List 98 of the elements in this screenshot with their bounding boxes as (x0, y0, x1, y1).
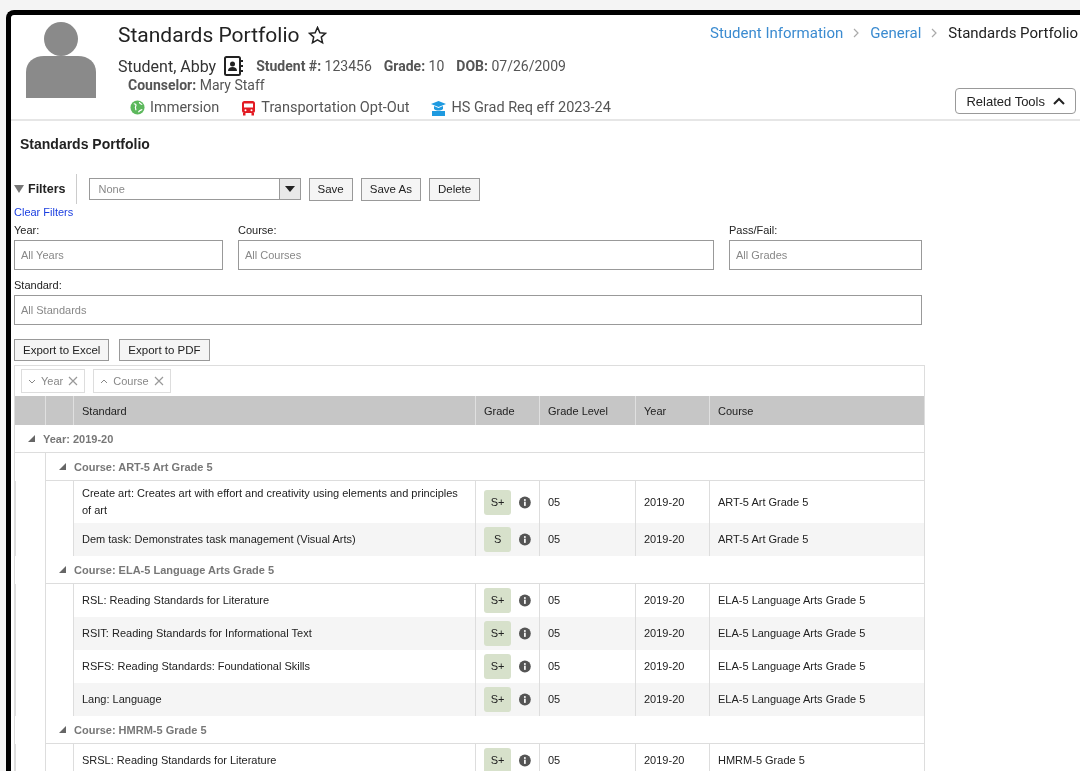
filter-input[interactable]: All Courses (238, 240, 714, 270)
grade-badge: S+ (484, 687, 512, 712)
table-cell-text: ELA-5 Language Arts Grade 5 (718, 626, 866, 641)
filter-input[interactable]: All Standards (14, 295, 922, 325)
table-cell-text: 2019-20 (644, 753, 685, 768)
info-icon[interactable] (519, 533, 531, 546)
related-tools-button[interactable]: Related Tools (955, 88, 1076, 114)
table-cell-text: ELA-5 Language Arts Grade 5 (718, 659, 866, 674)
collapse-icon[interactable] (59, 566, 66, 573)
group-chip[interactable]: Course (93, 369, 171, 393)
table-cell-text: SRSL: Reading Standards for Literature (82, 753, 277, 768)
table-cell-text: RSIT: Reading Standards for Informational Text (82, 626, 312, 641)
export-button[interactable]: Export to PDF (119, 339, 210, 361)
table-cell-text: RSL: Reading Standards for Literature (82, 593, 270, 608)
export-button[interactable]: Export to Excel (14, 339, 110, 361)
collapse-icon[interactable] (59, 726, 66, 733)
clear-filters-link[interactable]: Clear Filters (14, 206, 1080, 218)
caret-icon (284, 186, 295, 192)
chip-label: Course (113, 375, 149, 387)
table-cell-text: ART-5 Art Grade 5 (718, 494, 809, 510)
chevron-icon (931, 28, 939, 38)
info-icon[interactable] (519, 594, 531, 607)
filter-button[interactable]: Save As (360, 177, 421, 201)
table-cell-text: RSFS: Reading Standards: Foundational Skills (82, 659, 311, 674)
contact-card-icon[interactable] (224, 56, 245, 76)
flag-label: HS Grad Req eff 2023-24 (451, 99, 611, 116)
filter-input[interactable]: All Years (14, 240, 223, 270)
collapse-icon[interactable] (59, 463, 66, 470)
filter-input[interactable]: All Grades (729, 240, 922, 270)
grade-badge: S (484, 527, 512, 552)
group-chip[interactable]: Year (21, 369, 86, 393)
column-header[interactable]: Grade Level (548, 404, 608, 417)
breadcrumb-link[interactable]: General (870, 24, 922, 42)
student-detail: Student #: 123456 (256, 58, 372, 74)
column-header[interactable]: Standard (82, 404, 127, 417)
student-detail: DOB: 07/26/2009 (456, 58, 566, 74)
table-cell-text: ELA-5 Language Arts Grade 5 (718, 593, 866, 608)
table-cell-text: 05 (548, 659, 561, 674)
flag-label: Transportation Opt-Out (261, 99, 410, 116)
table-cell-text: HMRM-5 Grade 5 (718, 753, 805, 768)
close-icon[interactable] (153, 376, 164, 386)
collapse-icon[interactable] (28, 435, 35, 442)
grade-badge: S+ (484, 588, 512, 613)
filter-button[interactable]: Save (308, 177, 353, 201)
filters-label: Filters (28, 182, 66, 196)
table-cell-text: Lang: Language (82, 692, 162, 707)
table-cell-text: 05 (548, 532, 561, 547)
chevron-icon (1053, 97, 1065, 105)
group-heading: Course: ART-5 Art Grade 5 (74, 460, 213, 473)
section-title: Standards Portfolio (19, 135, 151, 154)
group-heading: Year: 2019-20 (43, 432, 114, 445)
filter-button[interactable]: Delete (428, 177, 481, 201)
star-icon[interactable] (307, 25, 327, 45)
student-detail: Grade: 10 (383, 58, 445, 74)
field-label: Course: (238, 224, 278, 236)
field-label: Year: (14, 224, 41, 236)
table-cell-text: 05 (548, 753, 561, 768)
table-cell-text: 05 (548, 494, 561, 510)
counselor-text: Counselor: Mary Staff (128, 77, 266, 93)
table-cell-text: 2019-20 (644, 659, 685, 674)
info-icon[interactable] (519, 754, 531, 767)
table-cell-text: ART-5 Art Grade 5 (718, 532, 809, 547)
grade-badge: S+ (484, 489, 512, 515)
table-cell-text: 05 (548, 692, 561, 707)
grade-badge: S+ (484, 621, 512, 646)
chip-label: Year (41, 375, 64, 387)
column-header[interactable]: Grade (484, 404, 515, 417)
column-header[interactable]: Year (644, 404, 667, 417)
grade-badge: S+ (484, 654, 512, 679)
breadcrumb-current: Standards Portfolio (948, 24, 1078, 42)
saved-filter-dropdown[interactable]: None (88, 178, 301, 200)
breadcrumb-link[interactable]: Student Information (710, 24, 844, 42)
table-cell-text: Dem task: Demonstrates task management (Visual Arts) (82, 532, 356, 547)
collapse-icon[interactable] (14, 185, 24, 193)
page-title: Standards Portfolio (118, 23, 300, 47)
info-icon[interactable] (519, 495, 531, 509)
table-cell-text: 05 (548, 626, 561, 641)
group-heading: Course: ELA-5 Language Arts Grade 5 (74, 563, 275, 576)
chevron-icon (853, 28, 861, 38)
close-icon[interactable] (68, 376, 79, 386)
column-header[interactable]: Course (718, 404, 754, 417)
table-cell-text: 2019-20 (644, 593, 685, 608)
field-label: Standard: (14, 279, 63, 291)
flag-label: Immersion (150, 99, 220, 116)
info-icon[interactable] (519, 660, 531, 673)
info-icon[interactable] (519, 693, 531, 706)
table-cell-text: ELA-5 Language Arts Grade 5 (718, 692, 866, 707)
table-cell-text: 05 (548, 593, 561, 608)
table-cell-text: Create art: Creates art with effort and creativity using elements and principles of art (82, 486, 459, 518)
table-cell-text: 2019-20 (644, 626, 685, 641)
table-cell-text: 2019-20 (644, 494, 685, 510)
info-icon[interactable] (519, 627, 531, 640)
grade-badge: S+ (484, 748, 512, 771)
student-name: Student, Abby (118, 56, 217, 76)
group-heading: Course: HMRM-5 Grade 5 (74, 723, 207, 736)
field-label: Pass/Fail: (729, 224, 779, 236)
table-cell-text: 2019-20 (644, 532, 685, 547)
table-cell-text: 2019-20 (644, 692, 685, 707)
